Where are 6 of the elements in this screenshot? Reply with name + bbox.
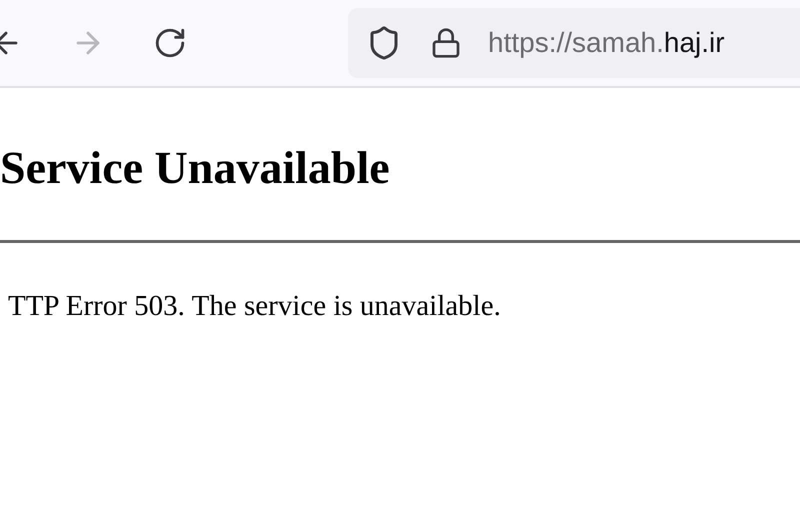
reload-icon [153, 26, 187, 60]
lock-icon[interactable] [430, 27, 462, 59]
error-message: TTP Error 503. The service is unavailable. [8, 289, 502, 324]
address-bar[interactable]: https://samah.haj.ir [348, 8, 800, 78]
url-text: https://samah.haj.ir [488, 26, 725, 60]
page-heading: Service Unavailable [0, 141, 391, 195]
